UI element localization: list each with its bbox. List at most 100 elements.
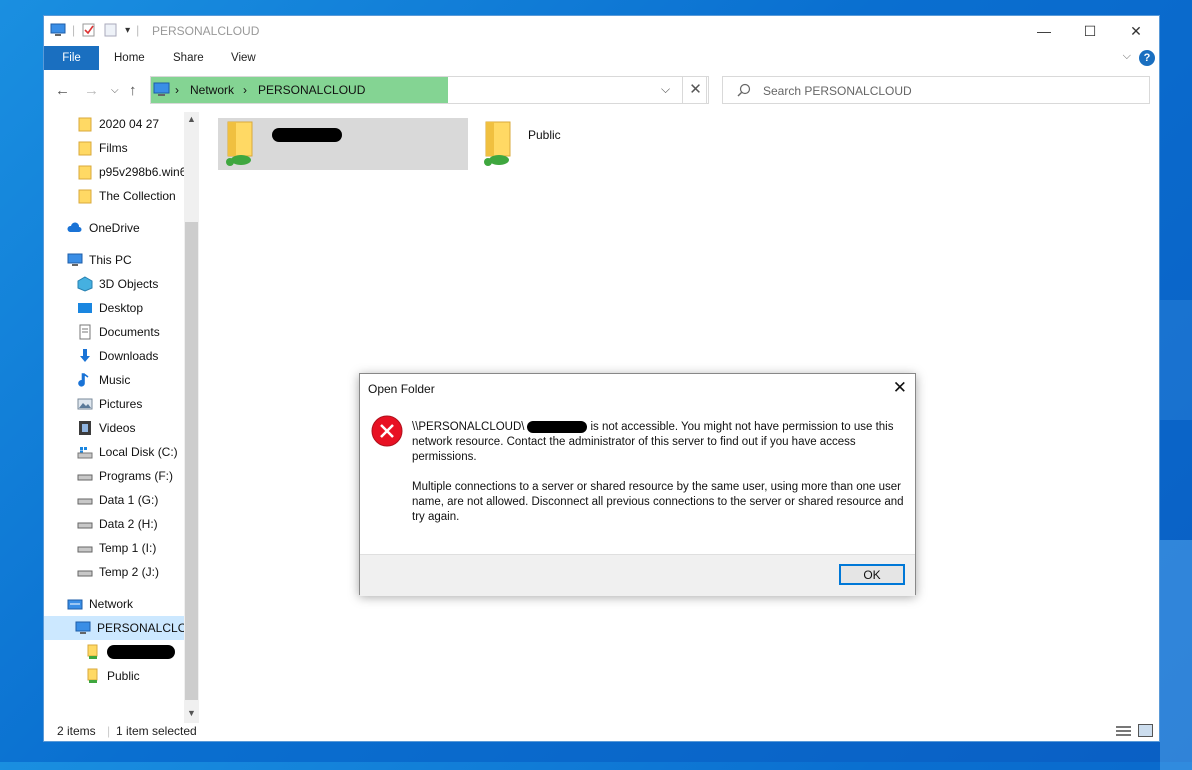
dialog-footer: OK — [360, 554, 915, 596]
scroll-down-icon[interactable]: ▼ — [184, 708, 199, 718]
sidebar-scrollbar[interactable]: ▲ ▼ — [184, 112, 199, 723]
sidebar-item-desktop[interactable]: Desktop — [44, 296, 184, 320]
folder-icon — [78, 189, 92, 204]
sidebar-item-network[interactable]: Network — [44, 592, 184, 616]
sidebar-item-onedrive[interactable]: OneDrive — [44, 216, 184, 240]
tab-home[interactable]: Home — [114, 46, 145, 70]
expand-ribbon-icon[interactable]: ⌵ — [1123, 50, 1131, 63]
list-item[interactable] — [218, 118, 468, 170]
desktop-icon — [78, 303, 92, 313]
address-dropdown-icon[interactable]: ⌵ — [661, 82, 670, 97]
folder-icon — [78, 165, 92, 180]
details-view-icon[interactable] — [1116, 725, 1131, 737]
up-arrow-icon[interactable]: ↑ — [129, 82, 137, 99]
minimize-button[interactable]: — — [1021, 16, 1067, 46]
pc-icon — [67, 253, 83, 266]
drive-icon — [77, 474, 93, 481]
selection-count: 1 item selected — [116, 724, 197, 738]
item-label: Public — [528, 128, 561, 142]
sidebar-item-local-disk-c[interactable]: Local Disk (C:) — [44, 440, 184, 464]
close-button[interactable]: ✕ — [1113, 16, 1159, 46]
sidebar-item-films[interactable]: Films — [44, 136, 184, 160]
sidebar-item-label: Data 1 (G:) — [99, 493, 159, 507]
sidebar-item-public[interactable]: Public — [44, 664, 184, 688]
sidebar-item-label: Videos — [99, 421, 136, 435]
dialog-message-2: Multiple connections to a server or shar… — [412, 481, 904, 523]
large-icons-view-icon[interactable] — [1138, 724, 1153, 737]
forward-arrow-icon[interactable]: → — [84, 82, 99, 99]
sidebar-item-label: Documents — [99, 325, 160, 339]
tab-file[interactable]: File — [44, 46, 99, 70]
desktop-light-streak — [1160, 300, 1192, 420]
sidebar-item-this-pc[interactable]: This PC — [44, 248, 184, 272]
sidebar-item-label: Data 2 (H:) — [99, 517, 158, 531]
sidebar-item-label: p95v298b6.win64 — [99, 165, 184, 179]
breadcrumb-personalcloud[interactable]: PERSONALCLOUD — [258, 83, 365, 97]
sidebar-item-videos[interactable]: Videos — [44, 416, 184, 440]
folder-icon — [78, 117, 92, 132]
properties-icon[interactable] — [81, 23, 97, 37]
windows-drive-icon — [77, 447, 93, 459]
breadcrumb-network[interactable]: Network — [190, 83, 234, 97]
sidebar-item-label: Temp 1 (I:) — [99, 541, 157, 555]
sidebar-item-2020-04-27[interactable]: 2020 04 27 — [44, 112, 184, 136]
dialog-close-button[interactable]: ✕ — [893, 378, 907, 398]
scroll-up-icon[interactable]: ▲ — [184, 114, 199, 124]
search-box[interactable]: Search PERSONALCLOUD — [722, 76, 1150, 104]
sidebar-item-data-1-g[interactable]: Data 1 (G:) — [44, 488, 184, 512]
sidebar-item-redacted-share[interactable] — [44, 640, 184, 664]
sidebar-item-label: OneDrive — [89, 221, 140, 235]
sidebar-item-programs-f[interactable]: Programs (F:) — [44, 464, 184, 488]
sidebar-item-downloads[interactable]: Downloads — [44, 344, 184, 368]
sidebar-item-music[interactable]: Music — [44, 368, 184, 392]
sidebar-item-the-collection[interactable]: The Collection — [44, 184, 184, 208]
recent-locations-icon[interactable]: ⌵ — [111, 85, 119, 96]
sidebar-item-temp-2-j[interactable]: Temp 2 (J:) — [44, 560, 184, 584]
sidebar-item-label: PERSONALCLOUD — [97, 621, 184, 635]
computer-icon[interactable] — [50, 23, 66, 37]
videos-icon — [79, 421, 91, 435]
sidebar-item-temp-1-i[interactable]: Temp 1 (I:) — [44, 536, 184, 560]
back-arrow-icon[interactable]: ← — [55, 82, 70, 99]
sidebar-item-label: Downloads — [99, 349, 159, 363]
share-folder-icon — [87, 644, 98, 659]
drive-icon — [77, 546, 93, 553]
music-icon — [78, 373, 89, 387]
customize-qat-icon[interactable]: ▾ — [125, 25, 130, 36]
computer-icon — [153, 82, 170, 96]
new-folder-icon[interactable] — [103, 23, 119, 37]
dialog-title: Open Folder — [368, 382, 435, 396]
sidebar-item-pictures[interactable]: Pictures — [44, 392, 184, 416]
cube-icon — [77, 276, 93, 292]
dialog-message: \\PERSONALCLOUD\ is not accessible. You m… — [412, 420, 907, 540]
sidebar-item-3d-objects[interactable]: 3D Objects — [44, 272, 184, 296]
address-bar[interactable]: › Network › PERSONALCLOUD ⌵ — [150, 76, 707, 104]
ok-button[interactable]: OK — [839, 564, 905, 585]
clear-address-icon[interactable]: ✕ — [682, 76, 709, 104]
error-icon — [371, 415, 403, 447]
tab-share[interactable]: Share — [173, 46, 204, 70]
open-folder-dialog: Open Folder ✕ \\PERSONALCLOUD\ is not acc… — [359, 373, 916, 596]
search-input[interactable]: Search PERSONALCLOUD — [763, 84, 912, 98]
sidebar-item-personalcloud[interactable]: PERSONALCLOUD — [44, 616, 184, 640]
sidebar-item-label: 2020 04 27 — [99, 117, 160, 131]
documents-icon — [79, 324, 91, 340]
help-icon[interactable]: ? — [1139, 50, 1155, 66]
sidebar-item-documents[interactable]: Documents — [44, 320, 184, 344]
maximize-button[interactable]: ☐ — [1067, 16, 1113, 46]
list-item[interactable]: Public — [476, 118, 596, 170]
sidebar-item-p95v298b6[interactable]: p95v298b6.win64 — [44, 160, 184, 184]
breadcrumb-separator[interactable]: › — [243, 83, 247, 97]
tab-view[interactable]: View — [231, 46, 256, 70]
redacted-name — [527, 420, 588, 433]
status-bar: 2 items | 1 item selected — [44, 721, 1159, 741]
sidebar-item-label: Films — [99, 141, 128, 155]
breadcrumb-separator[interactable]: › — [175, 83, 179, 97]
sidebar-item-data-2-h[interactable]: Data 2 (H:) — [44, 512, 184, 536]
sidebar-item-label: Pictures — [99, 397, 143, 411]
share-folder-icon — [484, 121, 511, 166]
search-icon — [737, 83, 751, 97]
download-icon — [80, 349, 90, 362]
scroll-thumb[interactable] — [185, 222, 198, 700]
sidebar-item-label: This PC — [89, 253, 132, 267]
